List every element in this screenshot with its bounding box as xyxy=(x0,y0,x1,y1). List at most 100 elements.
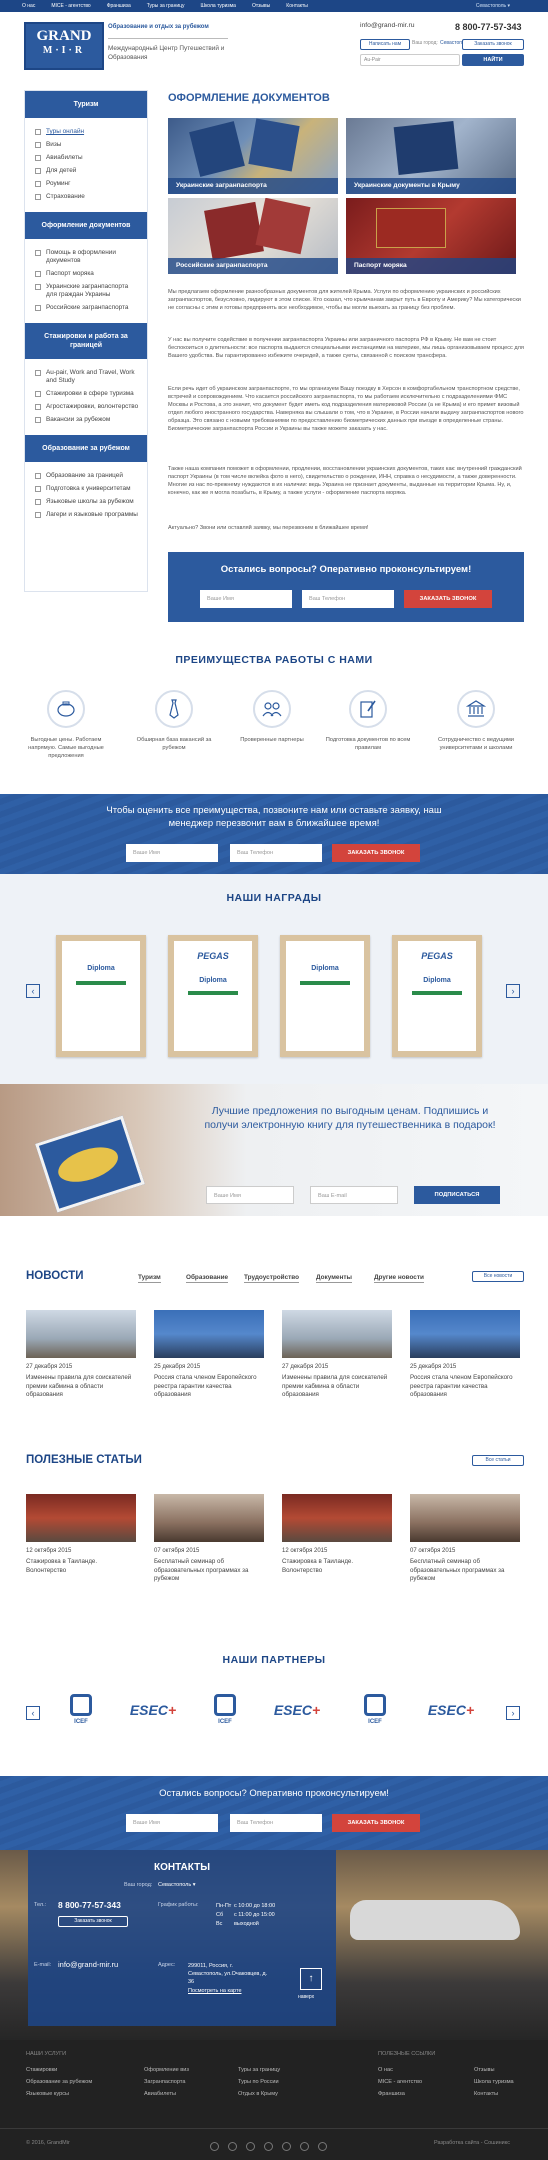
write-us-button[interactable]: Написать нам xyxy=(360,39,410,50)
footer-link[interactable]: MICE - агентство xyxy=(378,2076,435,2088)
vk-icon[interactable] xyxy=(246,2142,255,2151)
sidebar-heading[interactable]: Туризм xyxy=(25,91,147,118)
partner-logo-icef[interactable]: ICEF xyxy=(198,1694,252,1734)
tile-russian-passports[interactable]: Российские загранпаспорта xyxy=(168,198,338,274)
partner-logo-esec[interactable]: ESEC+ xyxy=(270,1694,324,1734)
map-link[interactable]: Посмотреть на карте xyxy=(188,1988,242,1994)
sidebar-item[interactable]: Образование за границей xyxy=(35,472,139,480)
order-call-button[interactable]: ЗАКАЗАТЬ ЗВОНОК xyxy=(332,844,420,862)
sidebar-item[interactable]: Для детей xyxy=(35,167,139,175)
nav-about[interactable]: О нас xyxy=(22,3,35,9)
footer-link[interactable]: Туры по России xyxy=(238,2076,280,2088)
all-news-button[interactable]: Все новости xyxy=(472,1271,524,1282)
arrow-right-icon[interactable]: › xyxy=(506,1706,520,1720)
sidebar-item[interactable]: Au-pair, Work and Travel, Work and Study xyxy=(35,369,139,385)
phone-input[interactable]: Ваш Телефон xyxy=(230,1814,322,1832)
tab-documents[interactable]: Документы xyxy=(316,1274,352,1283)
news-card[interactable]: 25 декабря 2015 Россия стала членом Европ… xyxy=(154,1310,264,1400)
sidebar-item[interactable]: Лагери и языковые программы xyxy=(35,511,139,519)
footer-link[interactable]: О нас xyxy=(378,2064,435,2076)
award-frame[interactable]: PEGAS Diploma xyxy=(392,935,482,1057)
up-label[interactable]: наверх xyxy=(298,1994,314,2000)
partner-logo-esec[interactable]: ESEC+ xyxy=(126,1694,180,1734)
call-back-button[interactable]: Заказать звонок xyxy=(462,39,524,50)
contacts-city-selector[interactable]: Севастополь ▾ xyxy=(158,1882,196,1888)
sidebar-item[interactable]: Визы xyxy=(35,141,139,149)
footer-link[interactable]: Контакты xyxy=(474,2088,514,2100)
arrow-left-icon[interactable]: ‹ xyxy=(26,1706,40,1720)
subscribe-button[interactable]: ПОДПИСАТЬСЯ xyxy=(414,1186,500,1204)
developer-link[interactable]: Разработка сайта - Сошиникс xyxy=(434,2140,510,2146)
footer-link[interactable]: Школа туризма xyxy=(474,2076,514,2088)
email-input[interactable]: Ваш E-mail xyxy=(310,1186,398,1204)
partner-logo-icef[interactable]: ICEF xyxy=(348,1694,402,1734)
sidebar-item[interactable]: Страхование xyxy=(35,193,139,201)
sidebar-item[interactable]: Российские загранпаспорта xyxy=(35,304,139,312)
name-input[interactable]: Ваше Имя xyxy=(200,590,292,608)
sidebar-item[interactable]: Подготовка к университетам xyxy=(35,485,139,493)
facebook-icon[interactable] xyxy=(210,2142,219,2151)
nav-contacts[interactable]: Контакты xyxy=(286,3,308,9)
tab-other-news[interactable]: Другие новости xyxy=(374,1274,424,1283)
name-input[interactable]: Ваше Имя xyxy=(126,1814,218,1832)
sidebar-item[interactable]: Паспорт моряка xyxy=(35,270,139,278)
contacts-call-button[interactable]: Заказать звонок xyxy=(58,1916,128,1927)
nav-reviews[interactable]: Отзывы xyxy=(252,3,270,9)
footer-link[interactable]: Авиабилеты xyxy=(144,2088,189,2100)
award-frame[interactable]: Diploma xyxy=(280,935,370,1057)
search-input[interactable]: Au-Pair xyxy=(360,54,460,66)
footer-link[interactable]: Отдых в Крыму xyxy=(238,2088,280,2100)
sidebar-item[interactable]: Стажировки в сфере туризма xyxy=(35,390,139,398)
footer-link[interactable]: Стажировки xyxy=(26,2064,92,2076)
nav-school[interactable]: Школа туризма xyxy=(200,3,235,9)
tile-ukrainian-documents[interactable]: Украинские документы в Крыму xyxy=(346,118,516,194)
sidebar-heading[interactable]: Оформление документов xyxy=(25,212,147,239)
order-call-button[interactable]: ЗАКАЗАТЬ ЗВОНОК xyxy=(404,590,492,608)
arrow-left-icon[interactable]: ‹ xyxy=(26,984,40,998)
news-card[interactable]: 27 декабря 2015 Изменены правила для соис… xyxy=(26,1310,136,1400)
footer-link[interactable]: Отзывы xyxy=(474,2064,514,2076)
arrow-up-icon[interactable]: ↑ xyxy=(300,1968,322,1990)
sidebar-item[interactable]: Языковые школы за рубежом xyxy=(35,498,139,506)
odnoklassniki-icon[interactable] xyxy=(282,2142,291,2151)
sidebar-item[interactable]: Украинские загранпаспорта для граждан Ук… xyxy=(35,283,139,299)
sidebar-item[interactable]: Помощь в оформлении документов xyxy=(35,249,139,265)
award-frame[interactable]: Diploma xyxy=(56,935,146,1057)
sidebar-item[interactable]: Роуминг xyxy=(35,180,139,188)
phone-input[interactable]: Ваш Телефон xyxy=(302,590,394,608)
sidebar-item[interactable]: Агростажировки, волонтерство xyxy=(35,403,139,411)
contacts-email[interactable]: info@grand-mir.ru xyxy=(58,1960,118,1969)
order-call-button[interactable]: ЗАКАЗАТЬ ЗВОНОК xyxy=(332,1814,420,1832)
footer-link[interactable]: Оформление виз xyxy=(144,2064,189,2076)
tab-tourism[interactable]: Туризм xyxy=(138,1274,161,1283)
google-plus-icon[interactable] xyxy=(264,2142,273,2151)
contacts-phone[interactable]: 8 800-77-57-343 xyxy=(58,1900,121,1910)
name-input[interactable]: Ваше Имя xyxy=(126,844,218,862)
nav-mice[interactable]: MICE - агентство xyxy=(51,3,90,9)
instagram-icon[interactable] xyxy=(300,2142,309,2151)
arrow-right-icon[interactable]: › xyxy=(506,984,520,998)
tile-seaman-passport[interactable]: Паспорт моряка xyxy=(346,198,516,274)
footer-link[interactable]: Загранпаспорта xyxy=(144,2076,189,2088)
article-card[interactable]: 07 октября 2015 Бесплатный семинар об обр… xyxy=(154,1494,264,1584)
logo[interactable]: GRAND M·I·R xyxy=(24,22,104,70)
nav-tours[interactable]: Туры за границу xyxy=(147,3,185,9)
article-card[interactable]: 07 октября 2015 Бесплатный семинар об обр… xyxy=(410,1494,520,1584)
news-card[interactable]: 27 декабря 2015 Изменены правила для соис… xyxy=(282,1310,392,1400)
twitter-icon[interactable] xyxy=(228,2142,237,2151)
footer-link[interactable]: Языковые курсы xyxy=(26,2088,92,2100)
tab-education[interactable]: Образование xyxy=(186,1274,229,1283)
tile-ukrainian-passports[interactable]: Украинские загранпаспорта xyxy=(168,118,338,194)
news-card[interactable]: 25 декабря 2015 Россия стала членом Европ… xyxy=(410,1310,520,1400)
footer-link[interactable]: Франшиза xyxy=(378,2088,435,2100)
sidebar-heading[interactable]: Стажировки и работа за границей xyxy=(25,323,147,359)
award-frame[interactable]: PEGAS Diploma xyxy=(168,935,258,1057)
nav-franchise[interactable]: Франшиза xyxy=(107,3,131,9)
sidebar-item[interactable]: Вакансии за рубежом xyxy=(35,416,139,424)
name-input[interactable]: Ваше Имя xyxy=(206,1186,294,1204)
city-selector[interactable]: Севастополь ▾ xyxy=(476,0,510,12)
sidebar-item[interactable]: Авиабилеты xyxy=(35,154,139,162)
footer-link[interactable]: Образование за рубежом xyxy=(26,2076,92,2088)
header-phone[interactable]: 8 800-77-57-343 xyxy=(455,22,522,32)
article-card[interactable]: 12 октября 2015 Стажировка в Таиланде. Во… xyxy=(282,1494,392,1575)
